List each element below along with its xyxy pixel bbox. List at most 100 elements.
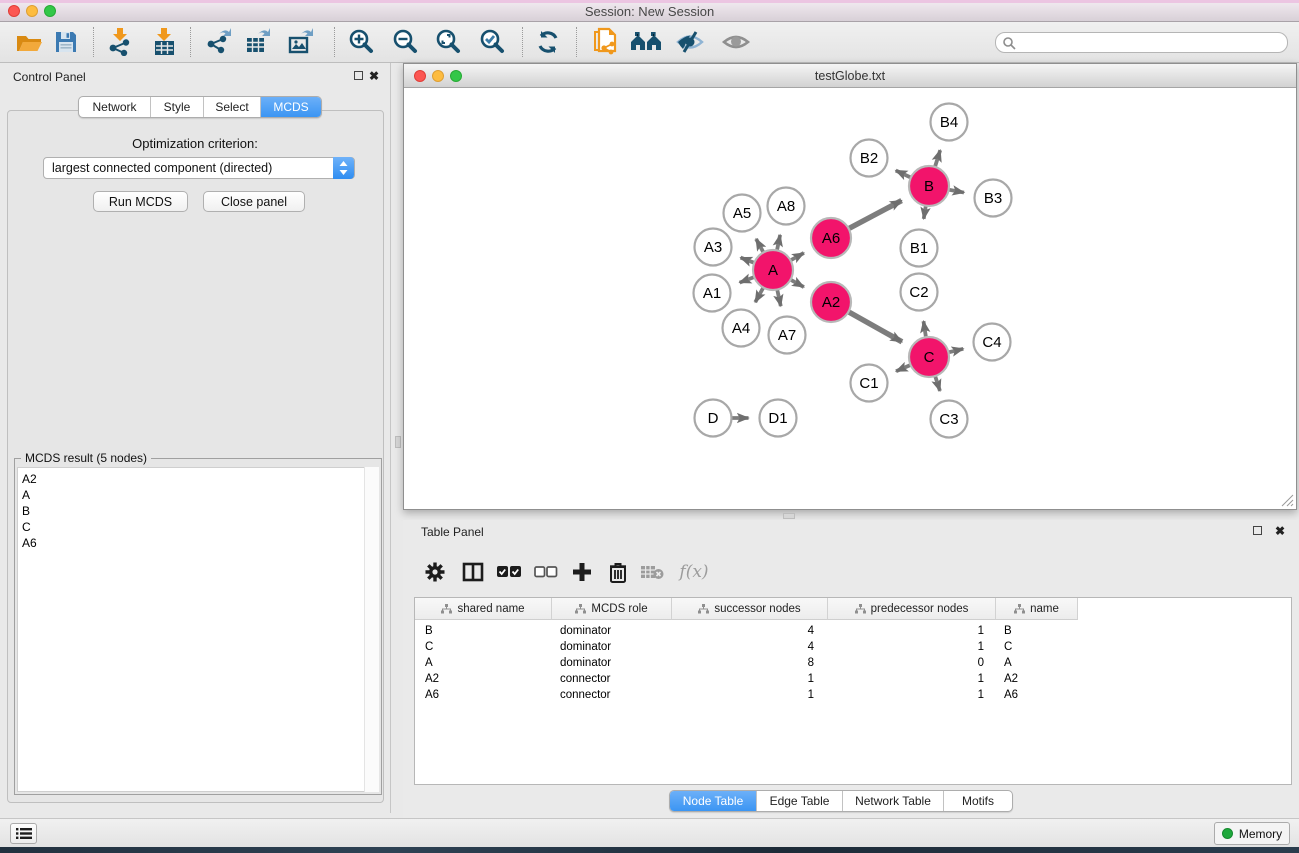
node-label-a6: A6 [822, 230, 840, 247]
select-all-columns-button[interactable] [493, 556, 525, 588]
zoom-in-button[interactable] [345, 26, 379, 58]
column-header-name[interactable]: name [996, 598, 1078, 620]
zoom-fit-icon [435, 28, 463, 56]
column-header-predecessor-nodes[interactable]: predecessor nodes [828, 598, 996, 620]
horizontal-splitter-handle[interactable] [783, 513, 795, 519]
eye-slash-icon [675, 30, 705, 54]
import-network-button[interactable] [103, 26, 137, 58]
titlebar-accent-strip [0, 0, 1299, 3]
table-row-a2[interactable]: A2connector11A2 [415, 671, 1291, 687]
cell: dominator [552, 657, 672, 669]
cell: 0 [828, 657, 996, 669]
zoom-out-button[interactable] [389, 26, 423, 58]
result-item-a2[interactable]: A2 [18, 468, 378, 487]
node-label-a: A [768, 262, 778, 279]
delete-table-button[interactable] [636, 556, 668, 588]
table-row-b[interactable]: Bdominator41B [415, 623, 1291, 639]
network-graph[interactable]: B4B2BB3A8A5A6A3B1AA1C2A2A4A7C4CC1C3DD1 [405, 89, 1295, 509]
desktop-wallpaper-strip [0, 847, 1299, 853]
task-history-button[interactable] [10, 823, 37, 844]
tab-style[interactable]: Style [151, 97, 204, 117]
result-item-b[interactable]: B [18, 503, 378, 519]
new-network-from-file-button[interactable] [588, 26, 622, 58]
window-resize-grip[interactable] [1281, 494, 1294, 507]
open-session-button[interactable] [12, 26, 46, 58]
tab-network[interactable]: Network [79, 97, 151, 117]
network-canvas[interactable]: B4B2BB3A8A5A6A3B1AA1C2A2A4A7C4CC1C3DD1 [405, 89, 1295, 509]
table-settings-button[interactable] [419, 556, 451, 588]
main-toolbar [0, 22, 1299, 63]
result-item-c[interactable]: C [18, 519, 378, 535]
table-toolbar: f(x) [414, 552, 1288, 592]
delete-column-button[interactable] [602, 556, 634, 588]
run-mcds-button[interactable]: Run MCDS [93, 191, 188, 212]
tab-edge-table[interactable]: Edge Table [757, 791, 843, 811]
node-label-b4: B4 [940, 114, 958, 131]
table-row-c[interactable]: Cdominator41C [415, 639, 1291, 655]
hide-graphics-details-button[interactable] [673, 26, 707, 58]
result-item-a[interactable]: A [18, 487, 378, 503]
cell: 1 [672, 673, 828, 685]
home-view-button[interactable] [629, 26, 663, 58]
export-table-icon [244, 28, 272, 56]
zoom-selected-button[interactable] [476, 26, 510, 58]
result-scrollbar[interactable] [364, 467, 379, 792]
tab-motifs[interactable]: Motifs [944, 791, 1012, 811]
memory-button[interactable]: Memory [1214, 822, 1290, 845]
node-label-d1: D1 [768, 410, 787, 427]
unselect-all-columns-button[interactable] [530, 556, 562, 588]
control-panel-tabs: NetworkStyleSelectMCDS [78, 96, 322, 118]
show-columns-button[interactable] [457, 556, 489, 588]
mcds-result-fieldset: MCDS result (5 nodes) A2ABCA6 [14, 458, 382, 795]
criterion-dropdown[interactable]: largest connected component (directed) [43, 157, 355, 179]
search-input[interactable] [1016, 36, 1287, 50]
tab-node-table[interactable]: Node Table [670, 791, 757, 811]
mcds-result-list[interactable]: A2ABCA6 [17, 467, 379, 792]
column-header-MCDS-role[interactable]: MCDS role [552, 598, 672, 620]
import-table-icon [151, 28, 177, 56]
node-label-a3: A3 [704, 239, 722, 256]
cell: A2 [996, 673, 1078, 685]
search-icon [1002, 36, 1016, 50]
tab-select[interactable]: Select [204, 97, 261, 117]
create-column-button[interactable] [566, 556, 598, 588]
node-label-a7: A7 [778, 327, 796, 344]
close-panel-button[interactable]: Close panel [203, 191, 305, 212]
list-icon [16, 827, 32, 840]
export-network-button[interactable] [202, 26, 236, 58]
float-panel-icon[interactable] [354, 71, 363, 80]
attribute-icon [855, 604, 866, 614]
zoom-fit-button[interactable] [432, 26, 466, 58]
attribute-icon [698, 604, 709, 614]
table-row-a6[interactable]: A6connector11A6 [415, 687, 1291, 703]
show-graphics-details-button[interactable] [719, 26, 753, 58]
column-header-shared-name[interactable]: shared name [415, 598, 552, 620]
close-panel-icon[interactable]: ✖ [369, 69, 379, 83]
node-label-c: C [924, 349, 935, 366]
refresh-button[interactable] [531, 26, 565, 58]
result-item-a6[interactable]: A6 [18, 535, 378, 551]
attribute-icon [1014, 604, 1025, 614]
table-float-icon[interactable] [1253, 526, 1262, 535]
export-table-button[interactable] [241, 26, 275, 58]
toolbar-separator [334, 27, 335, 57]
node-label-c2: C2 [909, 284, 928, 301]
table-close-icon[interactable]: ✖ [1275, 524, 1285, 538]
column-header-successor-nodes[interactable]: successor nodes [672, 598, 828, 620]
import-table-button[interactable] [147, 26, 181, 58]
vertical-splitter-handle[interactable] [395, 436, 401, 448]
toolbar-separator [522, 27, 523, 57]
save-session-button[interactable] [49, 26, 83, 58]
node-label-b1: B1 [910, 240, 928, 257]
tab-mcds[interactable]: MCDS [261, 97, 321, 117]
session-title: Session: New Session [0, 4, 1299, 19]
status-bar: Memory [0, 818, 1299, 847]
table-row-a[interactable]: Adominator80A [415, 655, 1291, 671]
export-image-button[interactable] [284, 26, 318, 58]
mcds-result-title: MCDS result (5 nodes) [21, 451, 151, 465]
cell: 8 [672, 657, 828, 669]
cell: 1 [828, 641, 996, 653]
tab-network-table[interactable]: Network Table [843, 791, 944, 811]
function-builder-button[interactable]: f(x) [672, 556, 716, 588]
node-label-a4: A4 [732, 320, 750, 337]
